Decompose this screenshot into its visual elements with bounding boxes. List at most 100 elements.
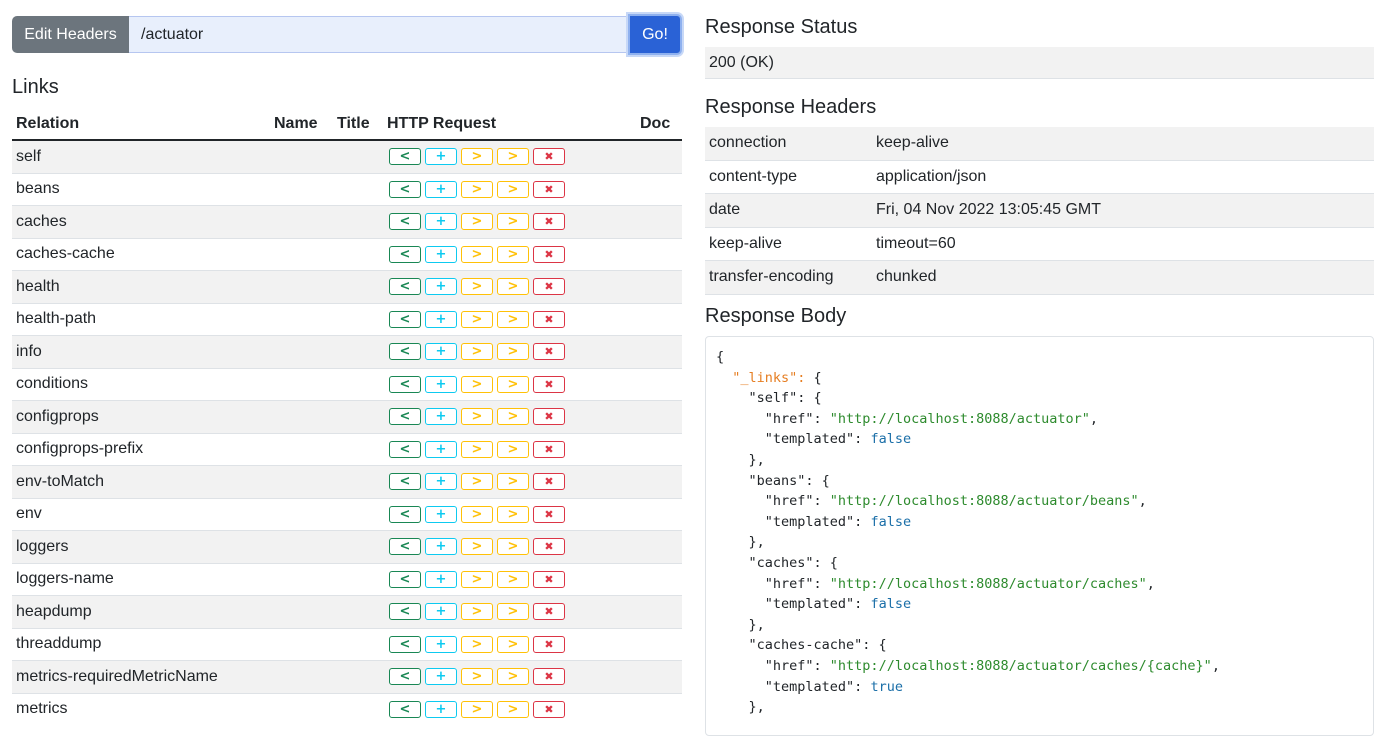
patch-request-button[interactable]: > <box>497 180 529 198</box>
patch-request-button[interactable]: > <box>497 440 529 458</box>
get-request-button[interactable]: < <box>389 668 421 686</box>
get-request-button[interactable]: < <box>389 538 421 556</box>
patch-request-button[interactable]: > <box>497 603 529 621</box>
post-request-button[interactable]: + <box>425 538 457 556</box>
put-request-button[interactable]: > <box>461 538 493 556</box>
get-request-button[interactable]: < <box>389 245 421 263</box>
post-request-button[interactable]: + <box>425 375 457 393</box>
delete-request-button[interactable]: ✖ <box>533 310 565 328</box>
delete-request-button[interactable]: ✖ <box>533 570 565 588</box>
put-request-button[interactable]: > <box>461 375 493 393</box>
delete-request-button[interactable]: ✖ <box>533 538 565 556</box>
put-request-button[interactable]: > <box>461 570 493 588</box>
json-line: "href": "http://localhost:8088/actuator/… <box>716 656 1363 677</box>
get-request-button[interactable]: < <box>389 408 421 426</box>
go-button[interactable]: Go! <box>628 14 682 55</box>
delete-request-button[interactable]: ✖ <box>533 440 565 458</box>
delete-request-button[interactable]: ✖ <box>533 408 565 426</box>
post-request-button[interactable]: + <box>425 278 457 296</box>
put-request-button[interactable]: > <box>461 635 493 653</box>
delete-request-button[interactable]: ✖ <box>533 700 565 718</box>
get-request-button[interactable]: < <box>389 635 421 653</box>
delete-request-button[interactable]: ✖ <box>533 245 565 263</box>
get-request-button[interactable]: < <box>389 213 421 231</box>
post-request-button[interactable]: + <box>425 700 457 718</box>
patch-request-button[interactable]: > <box>497 375 529 393</box>
post-request-button[interactable]: + <box>425 505 457 523</box>
patch-request-button[interactable]: > <box>497 668 529 686</box>
delete-request-button[interactable]: ✖ <box>533 668 565 686</box>
put-request-button[interactable]: > <box>461 343 493 361</box>
patch-request-button[interactable]: > <box>497 213 529 231</box>
patch-request-button[interactable]: > <box>497 538 529 556</box>
delete-request-button[interactable]: ✖ <box>533 603 565 621</box>
get-request-button[interactable]: < <box>389 278 421 296</box>
put-request-button[interactable]: > <box>461 213 493 231</box>
link-row: heapdump < + > > ✖ <box>12 595 682 628</box>
put-request-button[interactable]: > <box>461 310 493 328</box>
get-request-button[interactable]: < <box>389 343 421 361</box>
put-request-button[interactable]: > <box>461 603 493 621</box>
plus-icon: + <box>435 214 447 230</box>
put-request-button[interactable]: > <box>461 700 493 718</box>
post-request-button[interactable]: + <box>425 668 457 686</box>
post-request-button[interactable]: + <box>425 440 457 458</box>
put-request-button[interactable]: > <box>461 180 493 198</box>
put-request-button[interactable]: > <box>461 505 493 523</box>
put-request-button[interactable]: > <box>461 278 493 296</box>
get-request-button[interactable]: < <box>389 700 421 718</box>
edit-headers-button[interactable]: Edit Headers <box>12 16 129 53</box>
put-request-button[interactable]: > <box>461 408 493 426</box>
delete-request-button[interactable]: ✖ <box>533 148 565 166</box>
patch-request-button[interactable]: > <box>497 310 529 328</box>
put-request-button[interactable]: > <box>461 473 493 491</box>
json-token: "self": { <box>716 390 822 407</box>
get-request-button[interactable]: < <box>389 440 421 458</box>
patch-request-button[interactable]: > <box>497 278 529 296</box>
patch-request-button[interactable]: > <box>497 148 529 166</box>
patch-request-button[interactable]: > <box>497 700 529 718</box>
get-request-button[interactable]: < <box>389 310 421 328</box>
post-request-button[interactable]: + <box>425 180 457 198</box>
delete-request-button[interactable]: ✖ <box>533 375 565 393</box>
put-request-button[interactable]: > <box>461 148 493 166</box>
post-request-button[interactable]: + <box>425 148 457 166</box>
put-request-button[interactable]: > <box>461 668 493 686</box>
post-request-button[interactable]: + <box>425 635 457 653</box>
put-request-button[interactable]: > <box>461 245 493 263</box>
json-line: "templated": true <box>716 677 1363 698</box>
delete-request-button[interactable]: ✖ <box>533 213 565 231</box>
get-request-button[interactable]: < <box>389 375 421 393</box>
delete-request-button[interactable]: ✖ <box>533 505 565 523</box>
get-request-button[interactable]: < <box>389 505 421 523</box>
chevron-right-icon: > <box>471 344 483 360</box>
get-request-button[interactable]: < <box>389 603 421 621</box>
patch-request-button[interactable]: > <box>497 473 529 491</box>
patch-request-button[interactable]: > <box>497 570 529 588</box>
post-request-button[interactable]: + <box>425 343 457 361</box>
post-request-button[interactable]: + <box>425 603 457 621</box>
patch-request-button[interactable]: > <box>497 408 529 426</box>
delete-request-button[interactable]: ✖ <box>533 635 565 653</box>
patch-request-button[interactable]: > <box>497 505 529 523</box>
get-request-button[interactable]: < <box>389 148 421 166</box>
post-request-button[interactable]: + <box>425 570 457 588</box>
post-request-button[interactable]: + <box>425 473 457 491</box>
patch-request-button[interactable]: > <box>497 343 529 361</box>
delete-request-button[interactable]: ✖ <box>533 473 565 491</box>
get-request-button[interactable]: < <box>389 570 421 588</box>
patch-request-button[interactable]: > <box>497 635 529 653</box>
get-request-button[interactable]: < <box>389 473 421 491</box>
get-request-button[interactable]: < <box>389 180 421 198</box>
url-input[interactable] <box>129 16 628 53</box>
put-request-button[interactable]: > <box>461 440 493 458</box>
delete-request-button[interactable]: ✖ <box>533 180 565 198</box>
delete-request-button[interactable]: ✖ <box>533 343 565 361</box>
delete-request-button[interactable]: ✖ <box>533 278 565 296</box>
patch-request-button[interactable]: > <box>497 245 529 263</box>
post-request-button[interactable]: + <box>425 310 457 328</box>
post-request-button[interactable]: + <box>425 245 457 263</box>
post-request-button[interactable]: + <box>425 408 457 426</box>
chevron-right-icon: > <box>507 149 519 165</box>
post-request-button[interactable]: + <box>425 213 457 231</box>
